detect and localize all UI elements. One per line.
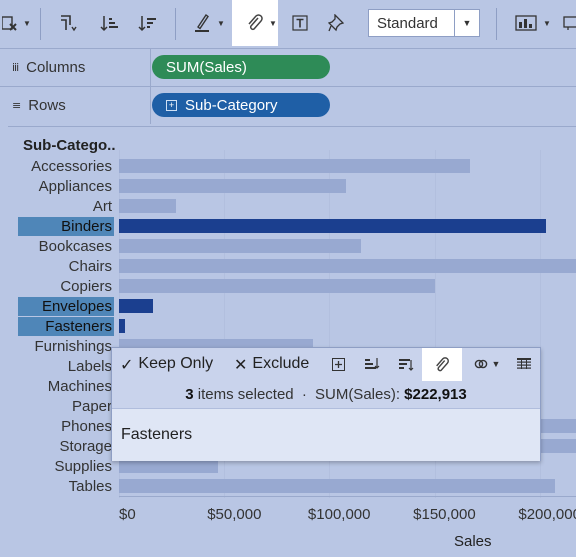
bar-chairs[interactable] bbox=[119, 259, 576, 273]
rows-icon: ≡ bbox=[12, 99, 21, 112]
category-label-machines[interactable]: Machines bbox=[18, 377, 114, 396]
view-mode-select[interactable]: Standard ▼ bbox=[368, 9, 480, 37]
category-label-labels[interactable]: Labels bbox=[18, 357, 114, 376]
highlight-icon[interactable] bbox=[190, 0, 214, 46]
row-header[interactable]: Sub-Catego.. bbox=[23, 137, 116, 154]
exclude-button[interactable]: ✕ Exclude bbox=[234, 348, 309, 380]
category-label-art[interactable]: Art bbox=[18, 197, 114, 216]
selection-summary: 3 items selected · SUM(Sales): $222,913 bbox=[112, 382, 540, 408]
sum-sales-pill[interactable]: SUM(Sales) bbox=[152, 55, 330, 79]
summary-separator: · bbox=[301, 386, 307, 403]
show-me-caret-icon[interactable]: ▼ bbox=[542, 0, 552, 46]
swap-icon[interactable] bbox=[55, 0, 81, 46]
x-tick-label: $200,000 bbox=[518, 506, 576, 523]
exclude-label: Exclude bbox=[252, 355, 310, 372]
sort-descending-icon[interactable] bbox=[134, 0, 160, 46]
bar-copiers[interactable] bbox=[119, 279, 435, 293]
toolbar-divider bbox=[175, 8, 176, 40]
bar-appliances[interactable] bbox=[119, 179, 347, 193]
rows-shelf[interactable]: ≡ Rows + Sub-Category bbox=[0, 86, 576, 124]
category-label-binders[interactable]: Binders bbox=[18, 217, 114, 236]
category-label-copiers[interactable]: Copiers bbox=[18, 277, 114, 296]
tooltip-actions: ✓ Keep Only ✕ Exclude ▼ bbox=[112, 348, 540, 382]
rows-shelf-label-area: ≡ Rows bbox=[0, 87, 151, 124]
bar-accessories[interactable] bbox=[119, 159, 471, 173]
measure-value: $222,913 bbox=[404, 386, 467, 403]
x-tick-label: $150,000 bbox=[413, 506, 476, 523]
clear-sheet-icon[interactable] bbox=[0, 0, 20, 46]
check-icon: ✓ bbox=[120, 354, 134, 374]
view-data-icon[interactable] bbox=[514, 348, 534, 380]
keep-only-button[interactable]: ✓ Keep Only bbox=[120, 348, 213, 380]
annotate-caret-icon[interactable]: ▼ bbox=[268, 0, 278, 46]
keep-only-label: Keep Only bbox=[138, 355, 214, 372]
link-icon[interactable]: ▼ bbox=[472, 348, 502, 380]
group-members-icon[interactable] bbox=[328, 348, 348, 380]
sort-ascending-icon[interactable] bbox=[362, 348, 382, 380]
columns-shelf-label: Columns bbox=[26, 59, 86, 76]
selection-tooltip: ✓ Keep Only ✕ Exclude ▼ 3 items selected bbox=[111, 347, 541, 461]
tooltip-detail-text: Fasteners bbox=[121, 426, 193, 443]
expand-plus-icon[interactable]: + bbox=[166, 99, 177, 111]
sort-descending-icon[interactable] bbox=[396, 348, 416, 380]
x-axis-title[interactable]: Sales bbox=[454, 533, 492, 550]
bar-binders[interactable] bbox=[119, 219, 547, 233]
tooltip-detail: Fasteners bbox=[112, 408, 540, 461]
category-label-accessories[interactable]: Accessories bbox=[18, 157, 114, 176]
columns-icon: iii bbox=[12, 61, 19, 74]
x-tick-label: $0 bbox=[119, 506, 136, 523]
sort-ascending-icon[interactable] bbox=[96, 0, 122, 46]
sum-sales-pill-label: SUM(Sales) bbox=[166, 58, 247, 76]
toolbar: ▼ ▼ ▼ Standard ▼ ▼ bbox=[0, 0, 576, 48]
columns-shelf[interactable]: iii Columns SUM(Sales) bbox=[0, 48, 576, 86]
x-tick-label: $100,000 bbox=[307, 506, 371, 523]
category-label-paper[interactable]: Paper bbox=[18, 397, 114, 416]
rows-shelf-label: Rows bbox=[28, 97, 66, 114]
measure-label: SUM(Sales): bbox=[314, 386, 400, 403]
clear-sheet-caret-icon[interactable]: ▼ bbox=[22, 0, 32, 46]
category-label-bookcases[interactable]: Bookcases bbox=[18, 237, 114, 256]
category-label-supplies[interactable]: Supplies bbox=[18, 457, 114, 476]
selection-count: 3 bbox=[185, 386, 194, 403]
category-label-envelopes[interactable]: Envelopes bbox=[18, 297, 114, 316]
link-caret-icon[interactable]: ▼ bbox=[492, 359, 501, 369]
category-label-tables[interactable]: Tables bbox=[18, 477, 114, 496]
bar-supplies[interactable] bbox=[119, 459, 218, 473]
chevron-down-icon[interactable]: ▼ bbox=[454, 10, 479, 36]
category-label-phones[interactable]: Phones bbox=[18, 417, 114, 436]
toolbar-divider bbox=[40, 8, 41, 40]
sub-category-pill[interactable]: + Sub-Category bbox=[152, 93, 330, 117]
toolbar-divider bbox=[496, 8, 497, 40]
bar-fasteners[interactable] bbox=[119, 319, 126, 333]
view-mode-value: Standard bbox=[377, 14, 438, 32]
show-me-icon[interactable] bbox=[512, 0, 540, 46]
presentation-icon[interactable] bbox=[560, 0, 576, 46]
x-tick-label: $50,000 bbox=[207, 506, 262, 523]
bar-envelopes[interactable] bbox=[119, 299, 153, 313]
highlight-caret-icon[interactable]: ▼ bbox=[216, 0, 226, 46]
sub-category-pill-label: Sub-Category bbox=[185, 96, 278, 114]
columns-shelf-label-area: iii Columns bbox=[0, 49, 151, 86]
annotate-icon[interactable] bbox=[422, 348, 462, 381]
close-icon: ✕ bbox=[234, 354, 248, 374]
category-label-fasteners[interactable]: Fasteners bbox=[18, 317, 114, 336]
text-label-icon[interactable] bbox=[288, 0, 312, 46]
category-label-chairs[interactable]: Chairs bbox=[18, 257, 114, 276]
category-label-furnishings[interactable]: Furnishings bbox=[18, 337, 114, 356]
selection-summary-text: items selected bbox=[197, 386, 294, 403]
x-axis-line bbox=[119, 496, 576, 497]
category-label-storage[interactable]: Storage bbox=[18, 437, 114, 456]
pin-icon[interactable] bbox=[324, 0, 348, 46]
category-label-appliances[interactable]: Appliances bbox=[18, 177, 114, 196]
bar-tables[interactable] bbox=[119, 479, 555, 493]
bar-bookcases[interactable] bbox=[119, 239, 361, 253]
bar-art[interactable] bbox=[119, 199, 176, 213]
